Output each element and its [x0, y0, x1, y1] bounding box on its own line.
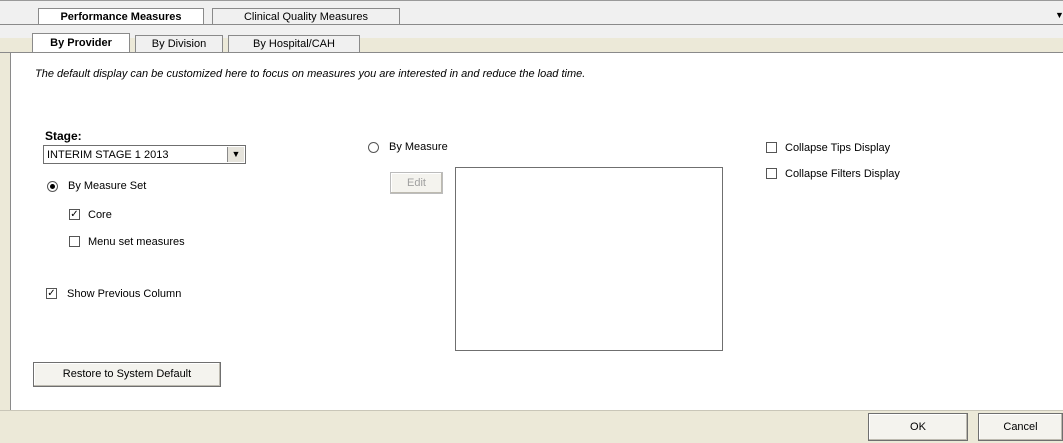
by-measure-label[interactable]: By Measure — [389, 141, 448, 153]
collapse-tips-label[interactable]: Collapse Tips Display — [785, 142, 890, 154]
outer-tabs-divider — [0, 24, 1063, 25]
show-previous-label[interactable]: Show Previous Column — [67, 288, 181, 300]
stage-value: INTERIM STAGE 1 2013 — [47, 149, 169, 161]
edit-button[interactable]: Edit — [390, 172, 443, 194]
settings-panel: The default display can be customized he… — [10, 53, 1063, 410]
tab-by-provider[interactable]: By Provider — [32, 33, 130, 53]
collapse-filters-label[interactable]: Collapse Filters Display — [785, 168, 900, 180]
show-previous-checkbox[interactable]: ✓ — [46, 288, 57, 299]
collapse-filters-checkbox[interactable] — [766, 168, 777, 179]
ok-button[interactable]: OK — [868, 413, 968, 441]
top-border — [0, 0, 1063, 1]
measure-listbox[interactable] — [455, 167, 723, 351]
tab-by-hospital-cah[interactable]: By Hospital/CAH — [228, 35, 360, 53]
tab-clinical-quality-measures[interactable]: Clinical Quality Measures — [212, 8, 400, 25]
by-measure-set-label[interactable]: By Measure Set — [68, 180, 146, 192]
tab-by-division[interactable]: By Division — [135, 35, 223, 53]
chevron-down-icon[interactable]: ▼ — [227, 147, 244, 162]
scroll-down-icon[interactable]: ▼ — [1055, 10, 1063, 20]
menu-set-label[interactable]: Menu set measures — [88, 236, 185, 248]
stage-dropdown[interactable]: INTERIM STAGE 1 2013 ▼ — [43, 145, 246, 164]
by-measure-radio[interactable] — [368, 142, 379, 153]
menu-set-checkbox[interactable] — [69, 236, 80, 247]
core-label[interactable]: Core — [88, 209, 112, 221]
core-checkbox[interactable]: ✓ — [69, 209, 80, 220]
collapse-tips-checkbox[interactable] — [766, 142, 777, 153]
info-text: The default display can be customized he… — [35, 68, 586, 80]
by-measure-set-radio[interactable] — [47, 181, 58, 192]
tab-performance-measures[interactable]: Performance Measures — [38, 8, 204, 25]
stage-label: Stage: — [45, 129, 82, 143]
cancel-button[interactable]: Cancel — [978, 413, 1063, 441]
restore-default-button[interactable]: Restore to System Default — [33, 362, 221, 387]
